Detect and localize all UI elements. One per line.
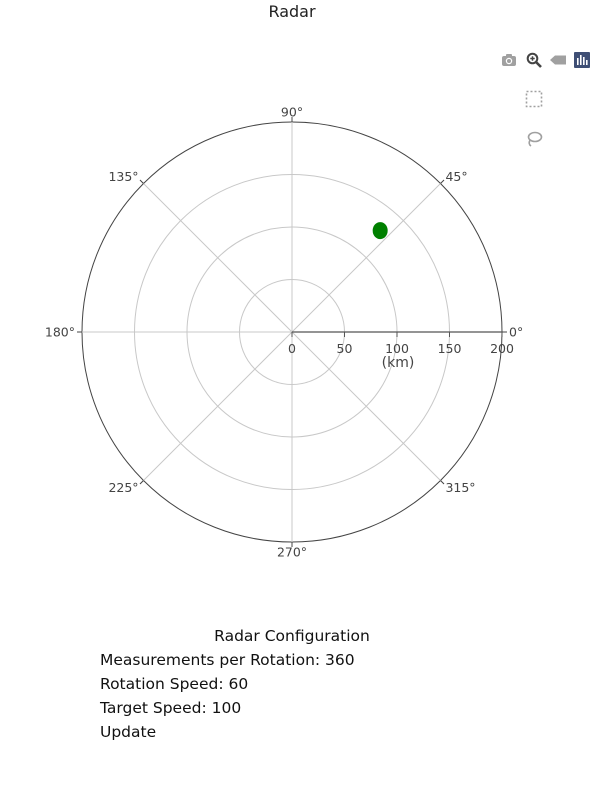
modebar (498, 50, 594, 150)
angular-tick-45 (440, 179, 445, 184)
radar-config-panel: Radar Configuration Measurements per Rot… (100, 624, 500, 744)
radial-axis-title: (km) (382, 355, 415, 371)
zoom-icon[interactable] (523, 50, 545, 70)
angular-tick-label: 0° (509, 325, 523, 340)
radial-tick-label: 0 (288, 341, 296, 356)
angular-tick-label: 135° (108, 169, 138, 184)
plotly-logo-icon[interactable] (571, 50, 593, 70)
radial-tick-label: 100 (385, 341, 409, 356)
camera-icon[interactable] (498, 50, 520, 70)
radial-tick-label: 200 (490, 341, 514, 356)
box-select-icon[interactable] (523, 89, 545, 109)
angular-tick-225 (139, 480, 144, 485)
grid-spoke-135 (143, 183, 293, 333)
angular-tick-label: 180° (45, 325, 75, 340)
angular-tick-label: 270° (277, 545, 307, 560)
angular-tick-label: 225° (108, 480, 138, 495)
angular-tick-label: 45° (445, 169, 467, 184)
rotation-speed: Rotation Speed: 60 (100, 675, 249, 693)
target-speed: Target Speed: 100 (100, 699, 242, 717)
angular-tick-label: 315° (445, 480, 475, 495)
angular-tick-label: 90° (281, 105, 303, 120)
pan-icon[interactable] (547, 50, 569, 70)
update-button[interactable]: Update (100, 720, 500, 744)
target-point[interactable] (372, 222, 388, 240)
grid-spoke-45 (291, 183, 441, 333)
grid-spoke-315 (291, 331, 441, 481)
radial-axis: 0 50 100 150 200 (km) (288, 331, 514, 371)
angular-tick-135 (139, 179, 144, 184)
data-points[interactable] (372, 222, 388, 240)
angular-tick-315 (440, 480, 445, 485)
radial-tick-label: 50 (337, 341, 353, 356)
config-title: Radar Configuration (214, 627, 370, 645)
measurements-per-rotation: Measurements per Rotation: 360 (100, 651, 355, 669)
lasso-select-icon[interactable] (523, 129, 545, 149)
grid-spoke-225 (143, 331, 293, 481)
radial-tick-label: 150 (438, 341, 462, 356)
